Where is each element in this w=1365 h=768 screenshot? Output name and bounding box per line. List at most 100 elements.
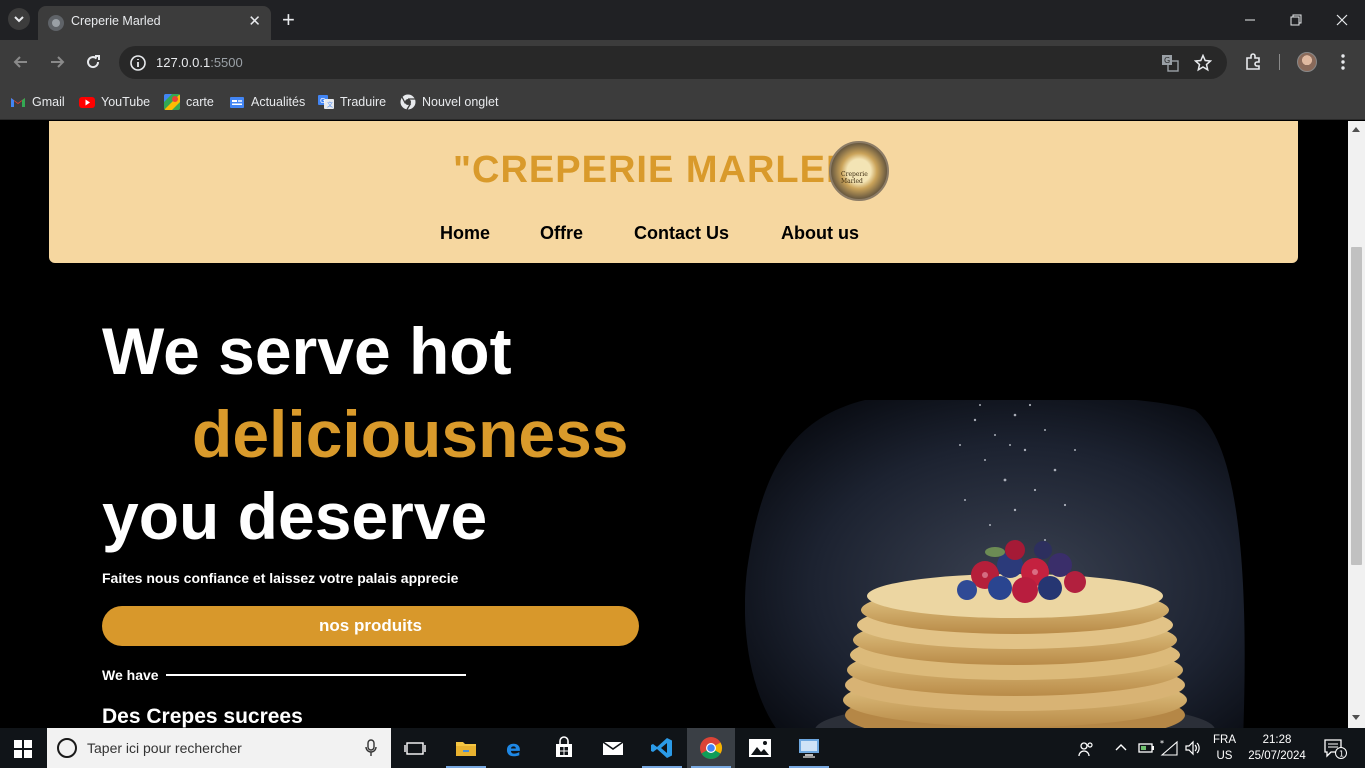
translate-icon: G文 xyxy=(318,95,334,109)
notification-count: 1 xyxy=(1339,750,1344,759)
battery-icon[interactable] xyxy=(1138,740,1156,756)
wifi-icon[interactable]: * xyxy=(1160,740,1180,758)
people-icon[interactable] xyxy=(1077,740,1095,758)
chevron-up-icon[interactable] xyxy=(1114,740,1128,756)
task-view-icon xyxy=(404,742,426,755)
star-icon[interactable] xyxy=(1194,54,1212,72)
nav-home[interactable]: Home xyxy=(440,223,490,244)
profile-avatar[interactable] xyxy=(1297,52,1317,72)
page-viewport: "CREPERIE MARLED" Creperie Marled Home O… xyxy=(0,121,1348,728)
bookmark-label: Nouvel onglet xyxy=(422,95,499,109)
microphone-icon[interactable] xyxy=(365,739,377,757)
clock-time: 21:28 xyxy=(1262,734,1292,746)
close-window-button[interactable] xyxy=(1319,0,1365,40)
photos-icon xyxy=(749,739,771,757)
extensions-icon[interactable] xyxy=(1244,53,1262,71)
scroll-thumb[interactable] xyxy=(1351,247,1362,565)
bookmark-carte[interactable]: carte xyxy=(164,93,214,111)
minimize-button[interactable] xyxy=(1227,0,1273,40)
page-scrollbar[interactable] xyxy=(1348,121,1365,728)
globe-icon xyxy=(48,15,64,31)
we-have-divider xyxy=(166,674,466,676)
youtube-icon xyxy=(79,97,95,108)
taskbar-chrome[interactable] xyxy=(687,728,735,768)
maps-icon xyxy=(164,94,180,110)
back-arrow-icon[interactable] xyxy=(12,53,30,71)
store-icon xyxy=(556,736,572,757)
hero-line-3: you deserve xyxy=(102,479,488,553)
task-view-button[interactable] xyxy=(391,728,439,768)
logo[interactable]: Creperie Marled xyxy=(829,141,889,201)
browser-toolbar: 127.0.0.1:5500 G xyxy=(0,40,1365,84)
restore-button[interactable] xyxy=(1273,0,1319,40)
close-icon xyxy=(1336,14,1348,26)
bookmark-label: carte xyxy=(186,95,214,109)
close-tab-icon[interactable]: ✕ xyxy=(248,12,261,30)
toolbar-separator xyxy=(1279,54,1280,70)
site-info-icon[interactable] xyxy=(129,54,147,72)
bookmark-nouvel-onglet[interactable]: Nouvel onglet xyxy=(400,93,498,111)
chrome-icon xyxy=(400,94,416,110)
svg-text:*: * xyxy=(1160,740,1164,748)
gmail-icon xyxy=(11,98,25,107)
windows-start-icon[interactable] xyxy=(14,740,32,758)
volume-icon[interactable] xyxy=(1184,740,1202,756)
nav-contact-us[interactable]: Contact Us xyxy=(634,223,729,244)
translate-icon[interactable]: G xyxy=(1161,54,1179,72)
taskbar-store[interactable] xyxy=(540,728,588,768)
bookmark-label: Actualités xyxy=(251,95,306,109)
section-subheading: Des Crepes sucrees xyxy=(102,705,303,728)
folder-icon xyxy=(456,742,476,756)
site-header: "CREPERIE MARLED" Creperie Marled Home O… xyxy=(49,121,1298,263)
bookmark-youtube[interactable]: YouTube xyxy=(79,93,150,111)
mail-icon xyxy=(602,741,624,755)
address-bar[interactable]: 127.0.0.1:5500 G xyxy=(119,46,1227,79)
url-text[interactable]: 127.0.0.1:5500 xyxy=(156,55,243,70)
hero-line-1: We serve hot xyxy=(102,314,512,388)
nav-about-us[interactable]: About us xyxy=(781,223,859,244)
taskbar-mail[interactable] xyxy=(589,728,637,768)
hero-tagline: Faites nous confiance et laissez votre p… xyxy=(102,570,459,586)
taskbar-remote-desktop[interactable] xyxy=(785,728,833,768)
taskbar-photos[interactable] xyxy=(736,728,784,768)
forward-arrow-icon[interactable] xyxy=(48,53,66,71)
clock-date: 25/07/2024 xyxy=(1248,750,1306,762)
new-tab-button[interactable]: + xyxy=(282,7,295,33)
svg-text:e: e xyxy=(506,737,521,760)
browser-tab[interactable]: Creperie Marled ✕ xyxy=(38,6,271,40)
bookmark-traduire[interactable]: G文 Traduire xyxy=(318,93,386,111)
scroll-up-arrow[interactable] xyxy=(1352,127,1360,132)
tab-title: Creperie Marled xyxy=(71,14,161,28)
system-clock[interactable]: 21:28 25/07/2024 xyxy=(1247,732,1307,764)
remote-desktop-icon xyxy=(799,739,819,758)
bookmark-label: Gmail xyxy=(32,95,65,109)
svg-text:文: 文 xyxy=(327,101,333,109)
logo-text: Creperie Marled xyxy=(841,171,868,185)
taskbar-vscode[interactable] xyxy=(638,728,686,768)
news-icon xyxy=(230,97,244,108)
notification-center-icon[interactable]: 1 xyxy=(1323,738,1347,760)
nav-offre[interactable]: Offre xyxy=(540,223,583,244)
reload-icon[interactable] xyxy=(84,53,102,71)
bookmark-label: Traduire xyxy=(340,95,387,109)
search-placeholder: Taper ici pour rechercher xyxy=(87,740,242,756)
url-port: :5500 xyxy=(210,55,243,70)
taskbar-edge[interactable]: e xyxy=(491,728,539,768)
windows-taskbar: Taper ici pour rechercher e * FRA US 21:… xyxy=(0,728,1365,768)
brand-title: "CREPERIE MARLED" xyxy=(453,149,874,191)
taskbar-file-explorer[interactable] xyxy=(442,728,490,768)
language-indicator[interactable]: FRA US xyxy=(1213,732,1236,764)
bookmarks-bar: Gmail YouTube carte Actualités G文 Tradui… xyxy=(0,84,1365,120)
products-button[interactable]: nos produits xyxy=(102,606,639,646)
bookmark-label: YouTube xyxy=(101,95,151,109)
keyboard-layout: US xyxy=(1216,750,1233,762)
taskbar-search-box[interactable]: Taper ici pour rechercher xyxy=(47,728,391,768)
scroll-down-arrow[interactable] xyxy=(1352,715,1360,720)
tab-search-button[interactable] xyxy=(8,8,30,30)
bookmark-actualites[interactable]: Actualités xyxy=(229,93,305,111)
browser-tab-bar: Creperie Marled ✕ + xyxy=(0,0,1365,40)
more-menu-icon[interactable] xyxy=(1334,53,1352,71)
crepes-image xyxy=(745,400,1245,728)
bookmark-gmail[interactable]: Gmail xyxy=(10,93,65,111)
language-code: FRA xyxy=(1213,734,1236,746)
